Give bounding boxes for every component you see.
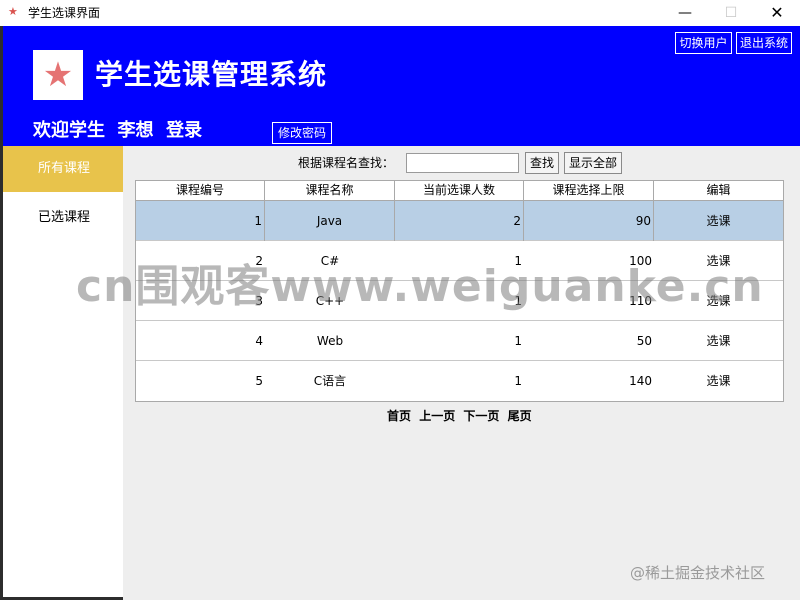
star-icon: ★ [42,55,74,95]
cell-course-id: 4 [255,334,263,348]
select-course-button[interactable]: 选课 [654,321,783,361]
table-row[interactable]: 5 C语言 1 140 选课 [136,361,783,401]
header-banner: ★ 学生选课管理系统 欢迎学生 李想 登录 切换用户 退出系统 修改密码 [3,26,800,146]
watermark: cn围观客www.weiguanke.cn [76,261,764,312]
find-button[interactable]: 查找 [525,152,559,174]
sidebar-item-all-courses[interactable]: 所有课程 [3,146,123,192]
exit-system-button[interactable]: 退出系统 [736,32,792,54]
sidebar: 所有课程 已选课程 [3,146,123,597]
close-button[interactable]: ✕ [754,0,800,26]
change-password-button[interactable]: 修改密码 [272,122,332,144]
show-all-button[interactable]: 显示全部 [564,152,622,174]
maximize-button[interactable]: ☐ [708,0,754,26]
cell-course-id: 5 [255,374,263,388]
cell-course-name: Web [316,334,344,348]
cell-limit: 90 [524,201,654,241]
search-input[interactable] [406,153,519,173]
cell-limit: 140 [629,374,652,388]
pager-next-link[interactable]: 下一页 [463,409,499,423]
table-row[interactable]: 4 Web 1 50 选课 [136,321,783,361]
minimize-button[interactable]: — [662,0,708,26]
main-content: 根据课程名查找： 查找 显示全部 课程编号 课程名称 当前选课人数 课程选择上限… [123,146,800,600]
column-header-course-name[interactable]: 课程名称 [265,181,395,201]
window-title: 学生选课界面 [28,6,101,20]
table-header: 课程编号 课程名称 当前选课人数 课程选择上限 编辑 [136,181,783,201]
column-header-limit[interactable]: 课程选择上限 [524,181,654,201]
pager-prev-link[interactable]: 上一页 [419,409,455,423]
cell-course-name: C语言 [313,374,347,388]
pagination: 首页 上一页 下一页 尾页 [387,408,536,424]
system-title: 学生选课管理系统 [95,58,328,91]
search-label: 根据课程名查找： [298,156,395,170]
cell-course-id: 1 [136,201,265,241]
column-header-course-id[interactable]: 课程编号 [136,181,265,201]
corner-watermark: @稀土掘金技术社区 [630,564,766,582]
cell-current-count: 1 [514,374,522,388]
column-header-edit[interactable]: 编辑 [654,181,783,201]
cell-course-name: Java [265,201,395,241]
cell-current-count: 1 [514,334,522,348]
cell-current-count: 2 [395,201,524,241]
star-icon: ★ [8,5,18,18]
title-bar: ★ 学生选课界面 — ☐ ✕ [0,0,800,26]
pager-first-link[interactable]: 首页 [387,409,411,423]
logo: ★ [33,50,83,100]
cell-limit: 50 [636,334,652,348]
table-row[interactable]: 1 Java 2 90 选课 [136,201,783,241]
sidebar-item-selected-courses[interactable]: 已选课程 [3,195,123,241]
welcome-text: 欢迎学生 李想 登录 [33,120,203,141]
pager-last-link[interactable]: 尾页 [508,409,532,423]
switch-user-button[interactable]: 切换用户 [675,32,732,54]
select-course-button[interactable]: 选课 [654,201,783,241]
column-header-current-count[interactable]: 当前选课人数 [395,181,524,201]
select-course-button[interactable]: 选课 [654,361,783,401]
